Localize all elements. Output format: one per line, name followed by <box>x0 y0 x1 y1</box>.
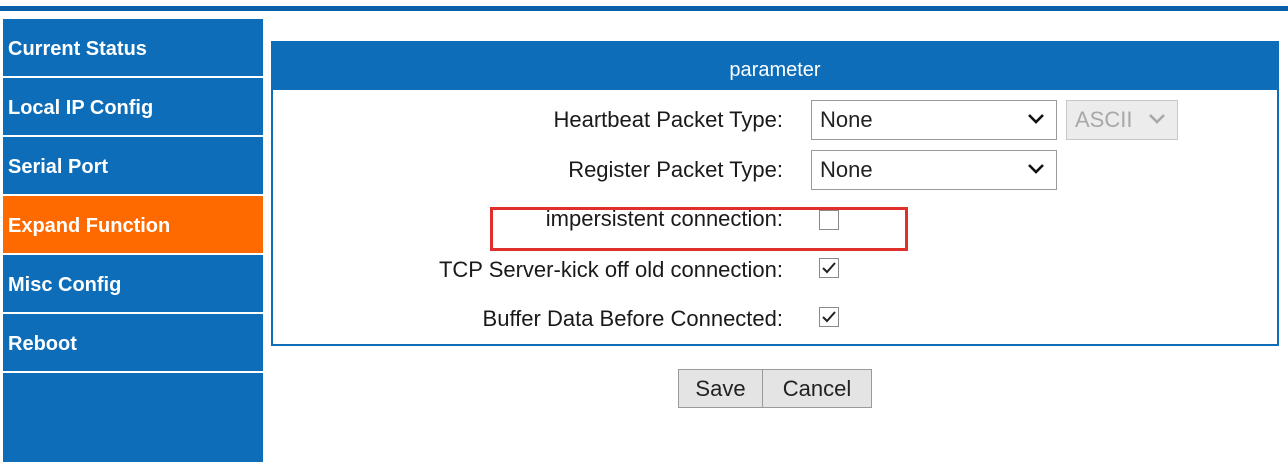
chevron-down-icon <box>1028 114 1044 124</box>
register-type-value: None <box>820 157 873 182</box>
heartbeat-type-value: None <box>820 107 873 132</box>
top-bar <box>0 6 1288 11</box>
heartbeat-row: Heartbeat Packet Type: None ASCII <box>273 100 1277 140</box>
parameter-panel: parameter Heartbeat Packet Type: None AS… <box>271 41 1279 346</box>
buffer-checkbox[interactable] <box>819 307 839 327</box>
kick-old-label: TCP Server-kick off old connection: <box>438 257 783 282</box>
highlight-box <box>490 207 908 251</box>
sidebar-item-misc-config[interactable]: Misc Config <box>3 255 263 314</box>
save-button[interactable]: Save <box>678 369 763 408</box>
register-row: Register Packet Type: None <box>273 150 1277 190</box>
chevron-down-icon <box>1149 114 1165 124</box>
checkmark-icon <box>822 311 836 323</box>
kick-old-row: TCP Server-kick off old connection: <box>273 250 1277 290</box>
heartbeat-format-value: ASCII <box>1075 107 1133 132</box>
sidebar-item-local-ip-config[interactable]: Local IP Config <box>3 78 263 137</box>
sidebar: Current Status Local IP Config Serial Po… <box>3 19 263 462</box>
sidebar-item-reboot[interactable]: Reboot <box>3 314 263 373</box>
checkmark-icon <box>822 262 836 274</box>
buffer-label: Buffer Data Before Connected: <box>482 306 783 331</box>
register-type-select[interactable]: None <box>811 150 1057 190</box>
heartbeat-type-select[interactable]: None <box>811 100 1057 140</box>
sidebar-item-expand-function[interactable]: Expand Function <box>3 196 263 255</box>
cancel-button[interactable]: Cancel <box>762 369 872 408</box>
chevron-down-icon <box>1028 164 1044 174</box>
panel-title: parameter <box>273 43 1277 90</box>
kick-old-checkbox[interactable] <box>819 258 839 278</box>
buffer-row: Buffer Data Before Connected: <box>273 299 1277 339</box>
sidebar-item-current-status[interactable]: Current Status <box>3 19 263 78</box>
heartbeat-label: Heartbeat Packet Type: <box>553 107 783 132</box>
register-label: Register Packet Type: <box>568 157 783 182</box>
sidebar-item-serial-port[interactable]: Serial Port <box>3 137 263 196</box>
heartbeat-format-select: ASCII <box>1066 100 1178 140</box>
